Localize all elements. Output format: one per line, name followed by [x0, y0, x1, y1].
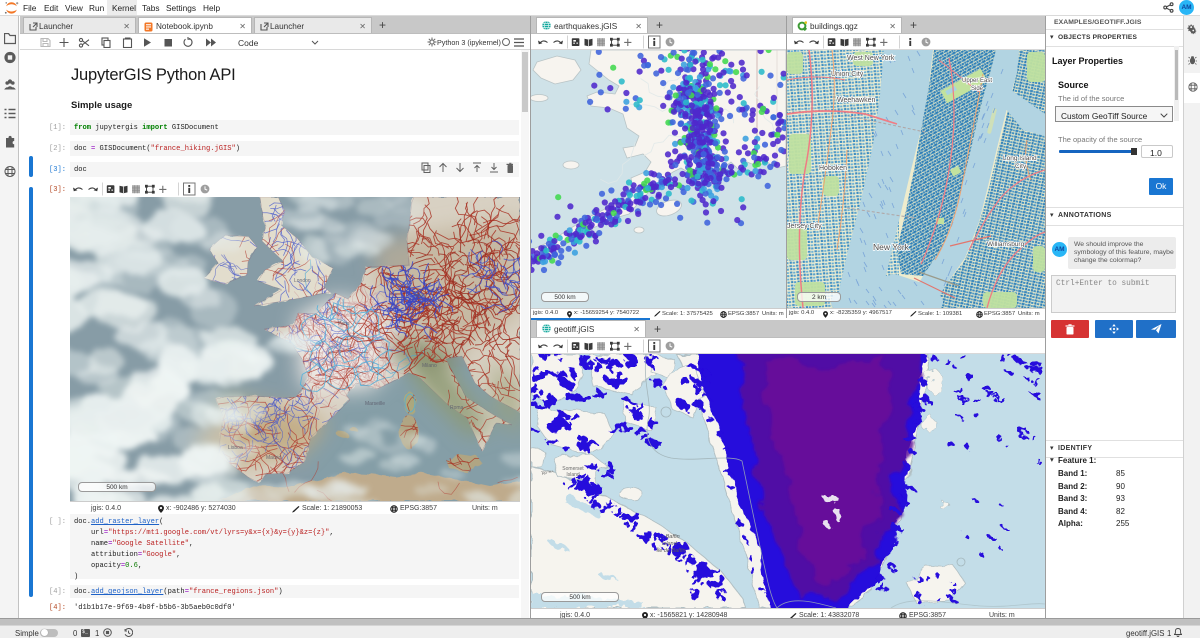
svg-text:Upper East: Upper East — [962, 78, 992, 84]
svg-text:Madrid: Madrid — [266, 455, 282, 461]
svg-text:Paris: Paris — [338, 321, 350, 327]
svg-text:Köln: Köln — [415, 293, 425, 299]
svg-text:Marseille: Marseille — [365, 401, 385, 407]
svg-text:City: City — [1015, 163, 1027, 170]
svg-text:Weehawken: Weehawken — [837, 97, 876, 104]
svg-text:Union City: Union City — [831, 71, 864, 78]
svg-text:Lisboa: Lisboa — [228, 445, 243, 451]
svg-text:West New York: West New York — [847, 55, 895, 62]
svg-text:Roma: Roma — [450, 405, 464, 411]
svg-text:Side: Side — [971, 86, 984, 92]
svg-text:Milano: Milano — [422, 363, 437, 369]
svg-text:Jersey City: Jersey City — [787, 223, 822, 230]
svg-text:Long Island: Long Island — [1003, 155, 1037, 162]
svg-text:Island: Island — [566, 472, 580, 478]
svg-text:- Baffin: - Baffin — [662, 534, 679, 540]
svg-text:New York: New York — [873, 242, 910, 252]
svg-text:Williamsburg: Williamsburg — [987, 241, 1025, 248]
svg-text:Hoboken: Hoboken — [819, 165, 847, 172]
svg-text:Island -: Island - — [662, 541, 680, 547]
svg-text:London: London — [294, 278, 311, 284]
svg-text:Île de Baffin: Île de Baffin — [656, 547, 685, 554]
svg-text:'pp™^: 'pp™^ — [541, 470, 554, 475]
